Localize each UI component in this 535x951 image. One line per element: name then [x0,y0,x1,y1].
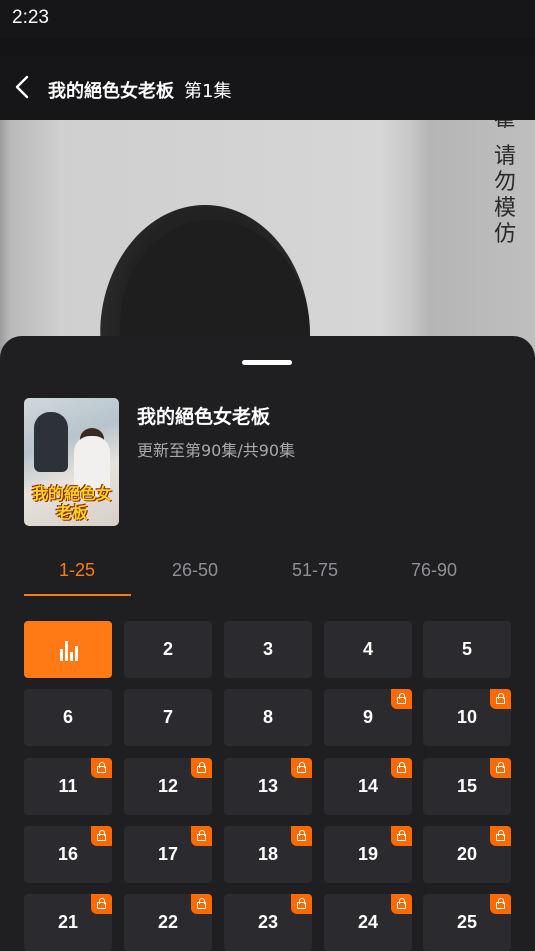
episode-number: 11 [58,776,78,796]
episode-number: 10 [456,707,478,727]
episode-sheet: 我的絕色女老板 我的絕色女老板 更新至第90集/共90集 1-25 26-50 … [0,336,535,951]
lock-icon [391,826,412,846]
lock-icon [291,758,312,778]
episode-button[interactable]: 25 [423,894,511,951]
episode-button[interactable]: 2 [124,621,212,678]
lock-icon [391,758,412,778]
episode-number: 19 [357,844,379,864]
drama-title: 我的絕色女老板 [137,406,271,428]
episode-number: 8 [262,707,273,727]
episode-number: 5 [461,639,472,659]
episode-button[interactable]: 13 [224,758,312,815]
drag-handle[interactable] [242,360,292,365]
poster-logo-text: 我的絕色女老板 [31,484,112,522]
lock-icon [91,758,112,778]
episode-range-tabs: 1-25 26-50 51-75 76-90 [18,556,518,596]
episode-button[interactable]: 24 [324,894,412,951]
episode-button[interactable]: 23 [224,894,312,951]
episode-number: 24 [357,912,379,932]
lock-icon [191,826,212,846]
lock-icon [291,826,312,846]
episode-number: 16 [57,844,79,864]
episode-number: 23 [257,912,279,932]
episode-number: 13 [257,776,279,796]
lock-icon [490,826,511,846]
episode-number: 12 [157,776,179,796]
chevron-left-icon[interactable] [12,74,34,100]
episode-button[interactable]: 21 [24,894,112,951]
episode-button[interactable]: 7 [124,689,212,746]
episode-button[interactable]: 20 [423,826,511,883]
episode-button[interactable]: 16 [24,826,112,883]
update-status: 更新至第90集/共90集 [137,441,296,460]
episode-number: 21 [57,912,79,932]
lock-icon [490,758,511,778]
episode-number: 20 [456,844,478,864]
episode-number: 17 [157,844,179,864]
episode-button[interactable]: 3 [224,621,312,678]
episode-number: 22 [157,912,179,932]
episode-button[interactable]: 19 [324,826,412,883]
episode-button[interactable]: 5 [423,621,511,678]
tab-range-51-75[interactable]: 51-75 [260,560,370,581]
episode-button[interactable]: 10 [423,689,511,746]
lock-icon [391,689,412,709]
episode-button[interactable]: 4 [324,621,412,678]
tab-range-26-50[interactable]: 26-50 [140,560,250,581]
status-bar: 2:23 [0,0,535,38]
drama-poster: 我的絕色女老板 [24,398,119,526]
episode-number: 18 [257,844,279,864]
lock-icon [191,894,212,914]
episode-number: 3 [262,639,273,659]
episode-button[interactable]: 17 [124,826,212,883]
video-watermark: 集 请勿模仿 [490,120,520,248]
episode-button[interactable] [24,621,112,678]
episode-number: 7 [162,707,173,727]
episode-button[interactable]: 15 [423,758,511,815]
page-title: 我的絕色女老板 [48,81,174,102]
episode-number: 14 [357,776,379,796]
tab-range-1-25[interactable]: 1-25 [22,560,132,581]
lock-icon [91,826,112,846]
episode-number: 6 [62,707,73,727]
tab-range-76-90[interactable]: 76-90 [379,560,489,581]
episode-button[interactable]: 11 [24,758,112,815]
active-tab-indicator [24,594,131,596]
episode-number: 25 [456,912,478,932]
equalizer-bars-icon [57,639,79,661]
episode-button[interactable]: 14 [324,758,412,815]
episode-button[interactable]: 8 [224,689,312,746]
lock-icon [490,689,511,709]
episode-button[interactable]: 12 [124,758,212,815]
episode-number: 15 [456,776,478,796]
episode-number: 4 [362,639,373,659]
episode-button[interactable]: 22 [124,894,212,951]
episode-number: 2 [162,639,173,659]
lock-icon [391,894,412,914]
lock-icon [291,894,312,914]
current-episode: 第1集 [184,81,232,102]
watermark-text: 请勿模仿 [493,144,516,247]
lock-icon [191,758,212,778]
episode-number: 9 [362,707,373,727]
episode-button[interactable]: 18 [224,826,312,883]
lock-icon [490,894,511,914]
episode-button[interactable]: 9 [324,689,412,746]
lock-icon [91,894,112,914]
top-bar: 我的絕色女老板 第1集 [0,56,535,120]
episode-button[interactable]: 6 [24,689,112,746]
status-time: 2:23 [12,7,49,28]
